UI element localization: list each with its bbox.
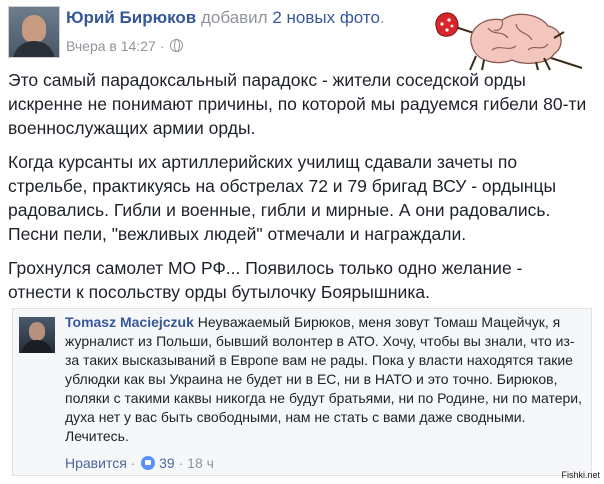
globe-icon[interactable] [170, 39, 184, 52]
action-suffix: . [379, 8, 385, 27]
comment-body: Неуважаемый Бирюков, меня зовут Томаш Ма… [65, 314, 582, 444]
post-header: Юрий Бирюков добавил 2 новых фото. Вчера… [8, 6, 428, 58]
photos-link[interactable]: 2 новых фото [272, 8, 380, 27]
like-icon[interactable] [141, 456, 156, 470]
meta-separator: · [159, 38, 165, 54]
like-count[interactable]: 39 [159, 455, 175, 471]
post-paragraph: Это самый парадоксальный парадокс - жите… [8, 70, 587, 138]
post-meta: Вчера в 14:27 · [66, 38, 184, 54]
comment: Tomasz Maciejczuk Неуважаемый Бирюков, м… [12, 308, 592, 476]
post-timestamp[interactable]: Вчера в 14:27 [66, 38, 156, 54]
brain-bindle-sticker [435, 12, 583, 71]
comment-text: Tomasz Maciejczuk Неуважаемый Бирюков, м… [65, 313, 587, 446]
commenter-name-link[interactable]: Tomasz Maciejczuk [65, 314, 194, 330]
action-separator: · [130, 455, 136, 471]
author-avatar[interactable] [8, 6, 60, 58]
action-separator: · [178, 455, 184, 471]
action-text: добавил [200, 8, 268, 27]
commenter-avatar[interactable] [19, 317, 55, 353]
post-body: Это самый парадоксальный парадокс - жите… [8, 68, 588, 314]
post-paragraph: Грохнулся самолет МО РФ... Появилось тол… [8, 258, 523, 302]
post-paragraph: Когда курсанты их артиллерийских училищ … [8, 152, 557, 244]
comment-actions: Нравится · 39 · 18 ч [65, 455, 214, 471]
like-button[interactable]: Нравится [65, 455, 127, 471]
comment-timestamp[interactable]: 18 ч [187, 455, 214, 471]
author-name-link[interactable]: Юрий Бирюков [66, 8, 196, 27]
watermark: Fishki.net [561, 470, 600, 480]
author-line: Юрий Бирюков добавил 2 новых фото. [66, 8, 385, 28]
